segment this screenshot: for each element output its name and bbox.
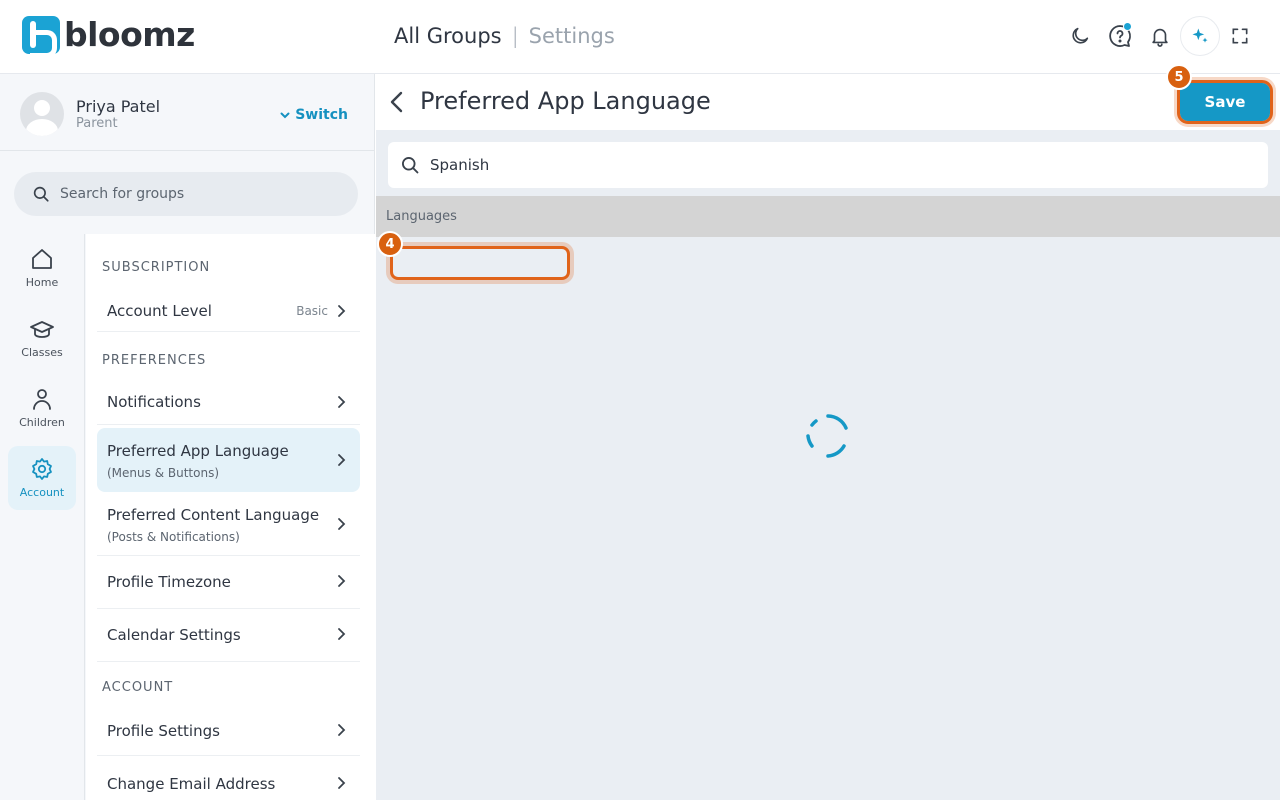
settings-item-calendar[interactable]: Calendar Settings xyxy=(97,609,360,662)
top-bar: bloomz All Groups | Settings xyxy=(0,0,1280,74)
nav-home-label: Home xyxy=(25,276,59,289)
profile-role: Parent xyxy=(76,116,118,131)
save-button[interactable]: Save xyxy=(1177,80,1273,124)
profile-settings-label: Profile Settings xyxy=(107,722,220,740)
nav-classes[interactable]: Classes xyxy=(8,306,76,370)
account-level-badge: Basic xyxy=(296,304,328,318)
notifications-label: Notifications xyxy=(107,393,201,411)
fullscreen-button[interactable] xyxy=(1220,16,1260,56)
profile-name: Priya Patel xyxy=(76,97,161,116)
chevron-right-icon xyxy=(338,575,346,587)
page-title: Preferred App Language xyxy=(420,87,711,115)
group-search-input[interactable]: Search for groups xyxy=(14,172,358,216)
avatar[interactable] xyxy=(20,92,64,136)
search-icon xyxy=(33,186,49,202)
loading-spinner-icon xyxy=(806,414,848,458)
sparkle-icon xyxy=(1192,28,1208,43)
timezone-label: Profile Timezone xyxy=(107,573,231,591)
settings-item-timezone[interactable]: Profile Timezone xyxy=(97,556,360,609)
switch-button[interactable]: Switch xyxy=(279,107,348,123)
notifications-button[interactable] xyxy=(1140,16,1180,56)
settings-list: SUBSCRIPTION Account Level Basic PREFERE… xyxy=(86,234,375,800)
nav-account[interactable]: Account xyxy=(8,446,76,510)
left-panel: Priya Patel Parent Switch Search for gro… xyxy=(0,74,375,800)
step-marker-5: 5 xyxy=(1166,64,1192,90)
top-icon-bar xyxy=(1060,16,1260,56)
main-header: Preferred App Language Save 5 xyxy=(376,64,1280,130)
chevron-right-icon xyxy=(338,724,346,736)
section-subscription: SUBSCRIPTION xyxy=(102,260,211,275)
section-account: ACCOUNT xyxy=(102,680,174,695)
bloomz-logo[interactable]: bloomz xyxy=(22,15,195,58)
breadcrumb-settings: Settings xyxy=(528,24,615,48)
chevron-right-icon xyxy=(338,518,346,530)
language-search-input[interactable] xyxy=(430,156,1230,174)
dark-mode-button[interactable] xyxy=(1060,16,1100,56)
back-arrow-icon[interactable] xyxy=(388,90,406,114)
settings-item-profile-settings[interactable]: Profile Settings xyxy=(97,708,360,756)
settings-item-change-email[interactable]: Change Email Address xyxy=(97,756,360,800)
home-icon xyxy=(32,249,52,269)
nav-account-label: Account xyxy=(19,486,65,499)
fullscreen-icon xyxy=(1232,28,1248,44)
settings-item-app-language[interactable]: Preferred App Language (Menus & Buttons) xyxy=(97,428,360,492)
language-search-field[interactable] xyxy=(388,142,1268,188)
language-result-highlight[interactable] xyxy=(390,246,570,280)
person-icon xyxy=(33,389,51,410)
breadcrumb-separator: | xyxy=(511,24,519,48)
logo-text: bloomz xyxy=(64,15,195,54)
section-preferences: PREFERENCES xyxy=(102,353,207,368)
chevron-down-icon xyxy=(280,112,290,119)
unread-dot xyxy=(1123,22,1132,31)
app-language-label: Preferred App Language xyxy=(107,442,289,460)
content-language-sub: (Posts & Notifications) xyxy=(107,530,240,544)
settings-item-account-level[interactable]: Account Level Basic xyxy=(97,290,360,332)
chevron-right-icon xyxy=(338,454,346,466)
change-email-label: Change Email Address xyxy=(107,775,276,793)
logo-mark-icon xyxy=(22,16,60,58)
chevron-right-icon xyxy=(338,305,346,317)
step-marker-4: 4 xyxy=(377,231,403,257)
profile-header: Priya Patel Parent Switch xyxy=(0,74,375,151)
moon-icon xyxy=(1072,27,1089,44)
help-chat-button[interactable] xyxy=(1100,16,1140,56)
search-icon xyxy=(402,157,419,174)
nav-children-label: Children xyxy=(19,416,65,429)
ai-assistant-button[interactable] xyxy=(1180,16,1220,56)
chevron-right-icon xyxy=(338,396,346,408)
nav-home[interactable]: Home xyxy=(8,236,76,300)
account-level-label: Account Level xyxy=(107,302,212,320)
nav-children[interactable]: Children xyxy=(8,376,76,440)
graduation-cap-icon xyxy=(30,321,54,338)
settings-item-content-language[interactable]: Preferred Content Language (Posts & Noti… xyxy=(97,492,360,556)
languages-section-header: Languages xyxy=(376,196,1280,237)
group-search-placeholder: Search for groups xyxy=(60,186,185,202)
breadcrumb-all-groups[interactable]: All Groups xyxy=(394,24,502,48)
settings-item-notifications[interactable]: Notifications xyxy=(97,381,360,425)
switch-label: Switch xyxy=(295,107,348,123)
icon-nav: Home Classes Children Account xyxy=(0,234,85,800)
content-language-label: Preferred Content Language xyxy=(107,506,320,524)
nav-classes-label: Classes xyxy=(21,346,63,359)
chevron-right-icon xyxy=(338,628,346,640)
chevron-right-icon xyxy=(338,777,346,789)
gear-icon xyxy=(32,458,52,480)
breadcrumb: All Groups | Settings xyxy=(394,20,615,52)
main-panel: Preferred App Language Save 5 Languages … xyxy=(376,64,1280,800)
calendar-label: Calendar Settings xyxy=(107,626,241,644)
app-language-sub: (Menus & Buttons) xyxy=(107,466,219,480)
bell-icon xyxy=(1152,28,1168,47)
